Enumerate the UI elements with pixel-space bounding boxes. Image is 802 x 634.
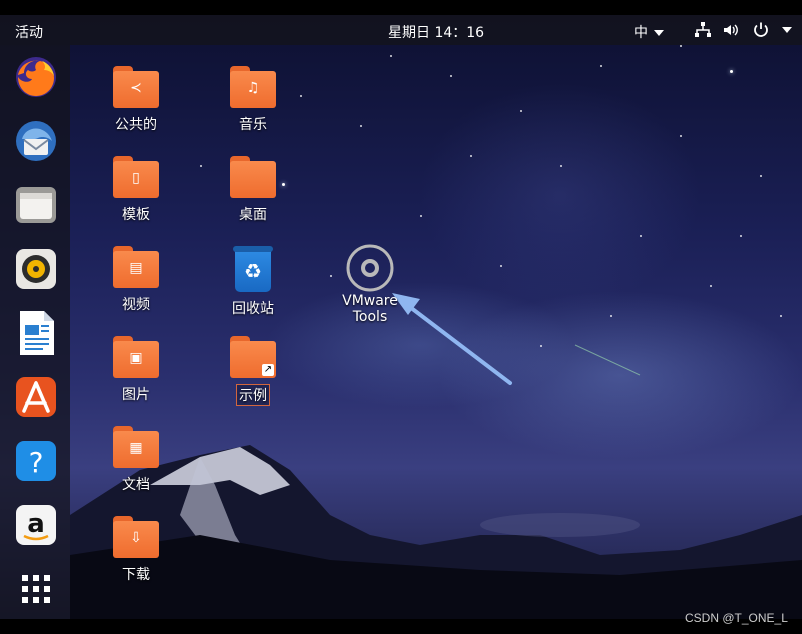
desktop-icon-templates[interactable]: ▯ 模板 <box>96 156 176 224</box>
link-icon: ↗ <box>230 336 276 378</box>
dock: ? a <box>0 45 70 619</box>
share-icon: ≺ <box>113 66 159 108</box>
disc-icon <box>346 244 394 292</box>
desktop-icon-label: 公共的 <box>115 117 157 133</box>
power-icon[interactable] <box>752 21 770 39</box>
template-icon: ▯ <box>113 156 159 198</box>
svg-text:a: a <box>27 509 45 539</box>
desktop-icon-desktop[interactable]: 桌面 <box>213 156 293 224</box>
music-icon: ♫ <box>230 66 276 108</box>
document-icon: ▦ <box>113 426 159 468</box>
rhythmbox-icon[interactable] <box>12 245 60 293</box>
desktop-icon-examples[interactable]: ↗ 示例 <box>213 336 293 406</box>
desktop-icon-vmware-tools[interactable]: VMware Tools <box>330 243 410 325</box>
desktop-icon-public[interactable]: ≺ 公共的 <box>96 66 176 134</box>
chevron-down-icon <box>654 30 664 36</box>
desktop-icon-label: 模板 <box>122 207 150 223</box>
video-icon: ▤ <box>113 246 159 288</box>
system-menu-chevron-icon[interactable] <box>782 27 792 33</box>
desktop-icon-pictures[interactable]: ▣ 图片 <box>96 336 176 404</box>
files-icon[interactable] <box>12 181 60 229</box>
thunderbird-icon[interactable] <box>12 117 60 165</box>
ubuntu-software-icon[interactable] <box>12 373 60 421</box>
volume-icon[interactable] <box>722 21 740 39</box>
network-icon[interactable] <box>694 21 712 39</box>
trash-icon: ♻ <box>233 246 273 292</box>
desktop-icon-label: 回收站 <box>232 301 274 317</box>
firefox-icon[interactable] <box>12 53 60 101</box>
desktop-icon-label: 图片 <box>122 387 150 403</box>
desktop-icon-music[interactable]: ♫ 音乐 <box>213 66 293 134</box>
desktop-icon-label: 音乐 <box>239 117 267 133</box>
picture-icon: ▣ <box>113 336 159 378</box>
desktop-icon-videos[interactable]: ▤ 视频 <box>96 246 176 314</box>
desktop-icon-label: 文档 <box>122 477 150 493</box>
top-bar: 活动 星期日 14：16 中 <box>0 15 802 45</box>
amazon-icon[interactable]: a <box>12 501 60 549</box>
desktop-icon-downloads[interactable]: ⇩ 下载 <box>96 516 176 584</box>
libreoffice-writer-icon[interactable] <box>12 309 60 357</box>
download-icon: ⇩ <box>113 516 159 558</box>
activities-button[interactable]: 活动 <box>15 22 43 42</box>
desktop-icon-documents[interactable]: ▦ 文档 <box>96 426 176 494</box>
desktop-icon-label: 视频 <box>122 297 150 313</box>
help-icon[interactable]: ? <box>12 437 60 485</box>
input-method-label: 中 <box>634 25 648 41</box>
desktop-icon-label: 桌面 <box>239 207 267 223</box>
desktop-icon-trash[interactable]: ♻ 回收站 <box>213 246 293 318</box>
watermark: CSDN @T_ONE_L <box>685 611 788 625</box>
desktop-icon-label: 示例 <box>236 384 270 406</box>
clock[interactable]: 星期日 14：16 <box>388 22 484 42</box>
show-applications-icon[interactable] <box>12 565 60 613</box>
input-method-menu[interactable]: 中 <box>634 22 664 42</box>
desktop-icon-label: 下载 <box>122 567 150 583</box>
folder-icon <box>230 156 276 198</box>
svg-text:?: ? <box>29 446 44 479</box>
desktop-icon-label: VMware Tools <box>342 293 398 325</box>
